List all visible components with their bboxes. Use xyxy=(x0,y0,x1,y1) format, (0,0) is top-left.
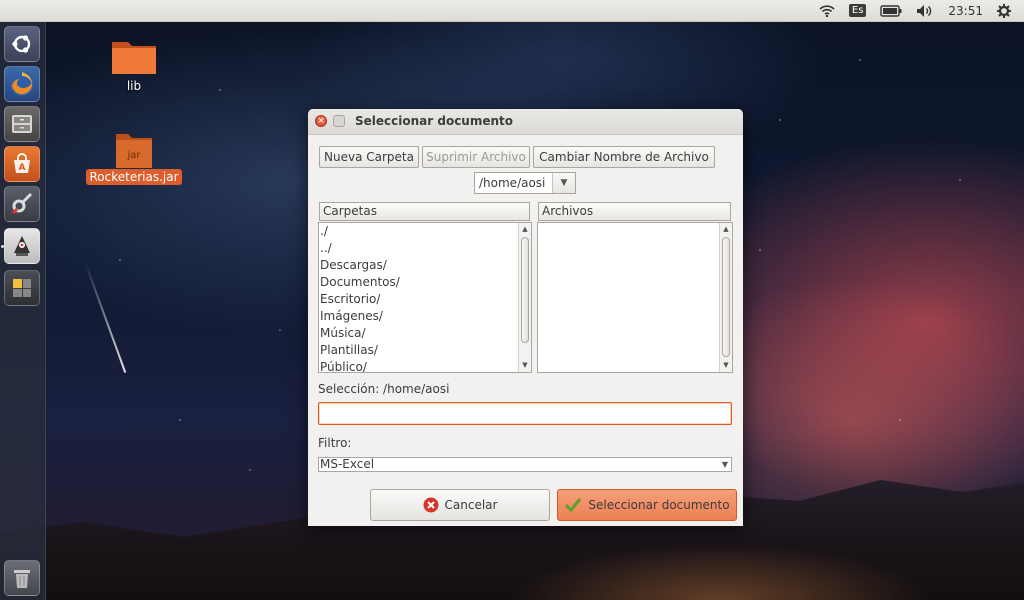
list-item[interactable]: ../ xyxy=(319,240,531,257)
close-icon[interactable]: × xyxy=(315,115,327,127)
minimize-icon[interactable] xyxy=(333,115,345,127)
folder-icon xyxy=(104,36,164,79)
running-indicator xyxy=(1,245,4,248)
files-scroll-thumb[interactable] xyxy=(722,237,730,357)
system-settings-icon[interactable] xyxy=(4,186,40,222)
list-item[interactable]: Música/ xyxy=(319,325,531,342)
chevron-down-icon[interactable]: ▼ xyxy=(552,173,575,193)
keyboard-layout-label: Es xyxy=(848,4,867,17)
files-header[interactable]: Archivos xyxy=(538,202,731,221)
files-scrollbar[interactable]: ▲ ▼ xyxy=(719,223,732,372)
jar-badge: jar xyxy=(127,150,141,161)
selection-label: Selección: /home/aosi xyxy=(318,382,450,396)
rename-file-button[interactable]: Cambiar Nombre de Archivo xyxy=(533,146,715,168)
select-document-dialog: × Seleccionar documento Nueva Carpeta Su… xyxy=(308,109,743,526)
folders-scrollbar[interactable]: ▲ ▼ xyxy=(518,223,531,372)
check-icon xyxy=(565,498,582,513)
files-list[interactable]: ▲ ▼ xyxy=(537,222,733,373)
ubuntu-dash-icon[interactable] xyxy=(4,26,40,62)
files-icon[interactable] xyxy=(4,106,40,142)
scroll-down-icon[interactable]: ▼ xyxy=(519,359,531,372)
clock[interactable]: 23:51 xyxy=(941,0,990,22)
top-panel: Es 23:51 xyxy=(0,0,1024,22)
path-combo-value: /home/aosi xyxy=(479,176,546,190)
scroll-up-icon[interactable]: ▲ xyxy=(720,223,732,236)
volume-icon[interactable] xyxy=(909,0,941,22)
svg-text:A: A xyxy=(19,163,26,173)
desktop-folder-label: lib xyxy=(126,79,142,93)
cancel-button[interactable]: Cancelar xyxy=(370,489,550,521)
list-item[interactable]: Descargas/ xyxy=(319,257,531,274)
select-document-button-label: Seleccionar documento xyxy=(588,498,730,512)
launcher: A xyxy=(0,22,46,600)
desktop-file-jar[interactable]: jar Rocketerias.jar xyxy=(86,128,182,185)
dialog-titlebar[interactable]: × Seleccionar documento xyxy=(308,109,743,135)
keyboard-layout-indicator[interactable]: Es xyxy=(842,0,874,22)
filter-select[interactable]: MS-Excel ▼ xyxy=(318,457,732,472)
list-item[interactable]: Documentos/ xyxy=(319,274,531,291)
battery-icon[interactable] xyxy=(873,0,909,22)
list-item[interactable]: Imágenes/ xyxy=(319,308,531,325)
filter-label: Filtro: xyxy=(318,436,352,450)
desktop-folder-lib[interactable]: lib xyxy=(104,36,164,93)
new-folder-button[interactable]: Nueva Carpeta xyxy=(319,146,419,168)
folders-scroll-thumb[interactable] xyxy=(521,237,529,343)
select-document-button[interactable]: Seleccionar documento xyxy=(557,489,737,521)
wifi-icon[interactable] xyxy=(812,0,842,22)
trash-icon[interactable] xyxy=(4,560,40,596)
cancel-icon xyxy=(423,497,439,513)
folders-header[interactable]: Carpetas xyxy=(319,202,530,221)
workspace-switcher-icon[interactable] xyxy=(4,270,40,306)
list-item[interactable]: Plantillas/ xyxy=(319,342,531,359)
jar-file-icon: jar xyxy=(112,128,156,170)
firefox-icon[interactable] xyxy=(4,66,40,102)
filter-value: MS-Excel xyxy=(320,457,375,471)
folders-list[interactable]: ./../Descargas/Documentos/Escritorio/Imá… xyxy=(318,222,532,373)
cancel-button-label: Cancelar xyxy=(444,498,498,512)
gear-icon[interactable] xyxy=(990,0,1018,22)
list-item[interactable]: Escritorio/ xyxy=(319,291,531,308)
selection-input[interactable] xyxy=(318,402,732,425)
java-app-icon[interactable] xyxy=(4,228,40,264)
scroll-down-icon[interactable]: ▼ xyxy=(720,359,732,372)
scroll-up-icon[interactable]: ▲ xyxy=(519,223,531,236)
delete-file-button[interactable]: Suprimir Archivo xyxy=(422,146,530,168)
folders-list-items: ./../Descargas/Documentos/Escritorio/Imá… xyxy=(319,223,531,372)
dialog-title: Seleccionar documento xyxy=(355,114,514,128)
path-combo[interactable]: /home/aosi ▼ xyxy=(474,172,576,194)
desktop-file-label: Rocketerias.jar xyxy=(86,169,182,185)
list-item[interactable]: Público/ xyxy=(319,359,531,372)
chevron-down-icon[interactable]: ▼ xyxy=(722,458,728,471)
software-center-icon[interactable]: A xyxy=(4,146,40,182)
list-item[interactable]: ./ xyxy=(319,223,531,240)
